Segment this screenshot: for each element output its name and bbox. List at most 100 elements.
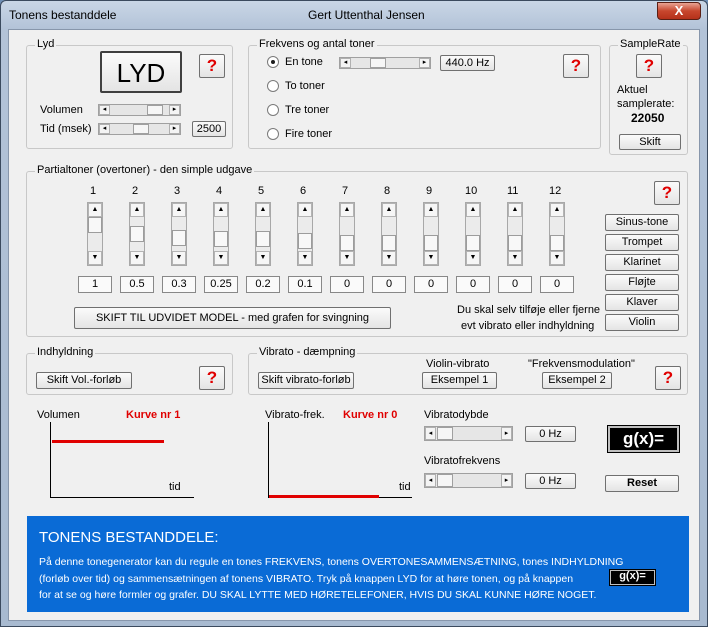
partial-value-12[interactable]: 0 [540, 276, 574, 293]
instrument-button-5[interactable]: Klaver [605, 294, 679, 311]
arrow-down-icon[interactable]: ▼ [508, 251, 522, 265]
arrow-right-icon[interactable]: ▸ [169, 105, 180, 115]
arrow-up-icon[interactable]: ▲ [256, 203, 270, 217]
slider-thumb[interactable] [550, 235, 564, 251]
partial-value-9[interactable]: 0 [414, 276, 448, 293]
samplerate-skift-button[interactable]: Skift [619, 134, 681, 150]
arrow-right-icon[interactable]: ▸ [501, 427, 512, 440]
instrument-button-6[interactable]: Violin [605, 314, 679, 331]
slider-thumb[interactable] [298, 233, 312, 249]
vibrato-help-button[interactable]: ? [655, 366, 681, 390]
udvidet-model-button[interactable]: SKIFT TIL UDVIDET MODEL - med grafen for… [74, 307, 391, 329]
partial-slider-9[interactable]: ▲ ▼ [423, 202, 439, 266]
arrow-down-icon[interactable]: ▼ [298, 251, 312, 265]
arrow-up-icon[interactable]: ▲ [466, 203, 480, 217]
skift-vibrato-button[interactable]: Skift vibrato-forløb [258, 372, 354, 389]
partial-slider-3[interactable]: ▲ ▼ [171, 202, 187, 266]
arrow-right-icon[interactable]: ▸ [419, 58, 430, 68]
reset-button[interactable]: Reset [605, 475, 679, 492]
skift-vol-button[interactable]: Skift Vol.-forløb [36, 372, 132, 389]
formula-button[interactable]: g(x)= [607, 425, 680, 453]
slider-thumb[interactable] [437, 474, 453, 487]
partial-value-5[interactable]: 0.2 [246, 276, 280, 293]
partial-value-6[interactable]: 0.1 [288, 276, 322, 293]
partial-slider-6[interactable]: ▲ ▼ [297, 202, 313, 266]
frekvens-help-button[interactable]: ? [563, 54, 589, 78]
partial-slider-1[interactable]: ▲ ▼ [87, 202, 103, 266]
arrow-left-icon[interactable]: ◂ [425, 427, 436, 440]
arrow-up-icon[interactable]: ▲ [214, 203, 228, 217]
slider-thumb[interactable] [508, 235, 522, 251]
arrow-down-icon[interactable]: ▼ [466, 251, 480, 265]
partial-value-7[interactable]: 0 [330, 276, 364, 293]
arrow-up-icon[interactable]: ▲ [298, 203, 312, 217]
slider-thumb[interactable] [133, 124, 149, 134]
slider-thumb[interactable] [437, 427, 453, 440]
samplerate-help-button[interactable]: ? [636, 54, 662, 78]
arrow-up-icon[interactable]: ▲ [88, 203, 102, 217]
arrow-left-icon[interactable]: ◂ [340, 58, 351, 68]
slider-thumb[interactable] [370, 58, 386, 68]
arrow-down-icon[interactable]: ▼ [340, 251, 354, 265]
partial-value-10[interactable]: 0 [456, 276, 490, 293]
arrow-down-icon[interactable]: ▼ [424, 251, 438, 265]
partial-slider-5[interactable]: ▲ ▼ [255, 202, 271, 266]
indhyldning-help-button[interactable]: ? [199, 366, 225, 390]
radio-to-toner[interactable] [267, 80, 279, 92]
arrow-up-icon[interactable]: ▲ [550, 203, 564, 217]
partial-slider-8[interactable]: ▲ ▼ [381, 202, 397, 266]
lyd-help-button[interactable]: ? [199, 54, 225, 78]
vibratofrekvens-value-box[interactable]: 0 Hz [525, 473, 576, 489]
arrow-down-icon[interactable]: ▼ [256, 251, 270, 265]
instrument-button-1[interactable]: Sinus-tone [605, 214, 679, 231]
arrow-down-icon[interactable]: ▼ [130, 251, 144, 265]
instrument-button-2[interactable]: Trompet [605, 234, 679, 251]
arrow-right-icon[interactable]: ▸ [501, 474, 512, 487]
instrument-button-3[interactable]: Klarinet [605, 254, 679, 271]
partial-slider-11[interactable]: ▲ ▼ [507, 202, 523, 266]
arrow-down-icon[interactable]: ▼ [550, 251, 564, 265]
slider-thumb[interactable] [424, 235, 438, 251]
partial-help-button[interactable]: ? [654, 181, 680, 205]
arrow-left-icon[interactable]: ◂ [425, 474, 436, 487]
partial-slider-7[interactable]: ▲ ▼ [339, 202, 355, 266]
lyd-button[interactable]: LYD [100, 51, 182, 93]
partial-slider-12[interactable]: ▲ ▼ [549, 202, 565, 266]
partial-value-8[interactable]: 0 [372, 276, 406, 293]
tid-value-box[interactable]: 2500 [192, 121, 226, 137]
eksempel1-button[interactable]: Eksempel 1 [422, 372, 497, 389]
partial-value-1[interactable]: 1 [78, 276, 112, 293]
arrow-up-icon[interactable]: ▲ [172, 203, 186, 217]
slider-thumb[interactable] [214, 231, 228, 247]
instrument-button-4[interactable]: Fløjte [605, 274, 679, 291]
partial-slider-2[interactable]: ▲ ▼ [129, 202, 145, 266]
partial-value-11[interactable]: 0 [498, 276, 532, 293]
arrow-down-icon[interactable]: ▼ [382, 251, 396, 265]
arrow-up-icon[interactable]: ▲ [340, 203, 354, 217]
partial-value-4[interactable]: 0.25 [204, 276, 238, 293]
title-bar[interactable]: Tonens bestanddele Gert Uttenthal Jensen… [1, 1, 707, 29]
slider-thumb[interactable] [340, 235, 354, 251]
arrow-down-icon[interactable]: ▼ [172, 251, 186, 265]
partial-slider-10[interactable]: ▲ ▼ [465, 202, 481, 266]
arrow-down-icon[interactable]: ▼ [88, 251, 102, 265]
vibratodybde-value-box[interactable]: 0 Hz [525, 426, 576, 442]
eksempel2-button[interactable]: Eksempel 2 [542, 372, 612, 389]
volumen-slider[interactable]: ◂ ▸ [98, 104, 181, 116]
slider-thumb[interactable] [382, 235, 396, 251]
vibratodybde-slider[interactable]: ◂ ▸ [424, 426, 513, 441]
radio-fire-toner[interactable] [267, 128, 279, 140]
partial-value-3[interactable]: 0.3 [162, 276, 196, 293]
radio-en-tone[interactable] [267, 56, 279, 68]
frekvens-value-box[interactable]: 440.0 Hz [440, 55, 495, 71]
slider-thumb[interactable] [256, 231, 270, 247]
arrow-up-icon[interactable]: ▲ [382, 203, 396, 217]
arrow-down-icon[interactable]: ▼ [214, 251, 228, 265]
arrow-up-icon[interactable]: ▲ [424, 203, 438, 217]
partial-slider-4[interactable]: ▲ ▼ [213, 202, 229, 266]
partial-value-2[interactable]: 0.5 [120, 276, 154, 293]
vibratofrekvens-slider[interactable]: ◂ ▸ [424, 473, 513, 488]
slider-thumb[interactable] [130, 226, 144, 242]
radio-tre-toner[interactable] [267, 104, 279, 116]
close-button[interactable]: X [657, 2, 701, 20]
